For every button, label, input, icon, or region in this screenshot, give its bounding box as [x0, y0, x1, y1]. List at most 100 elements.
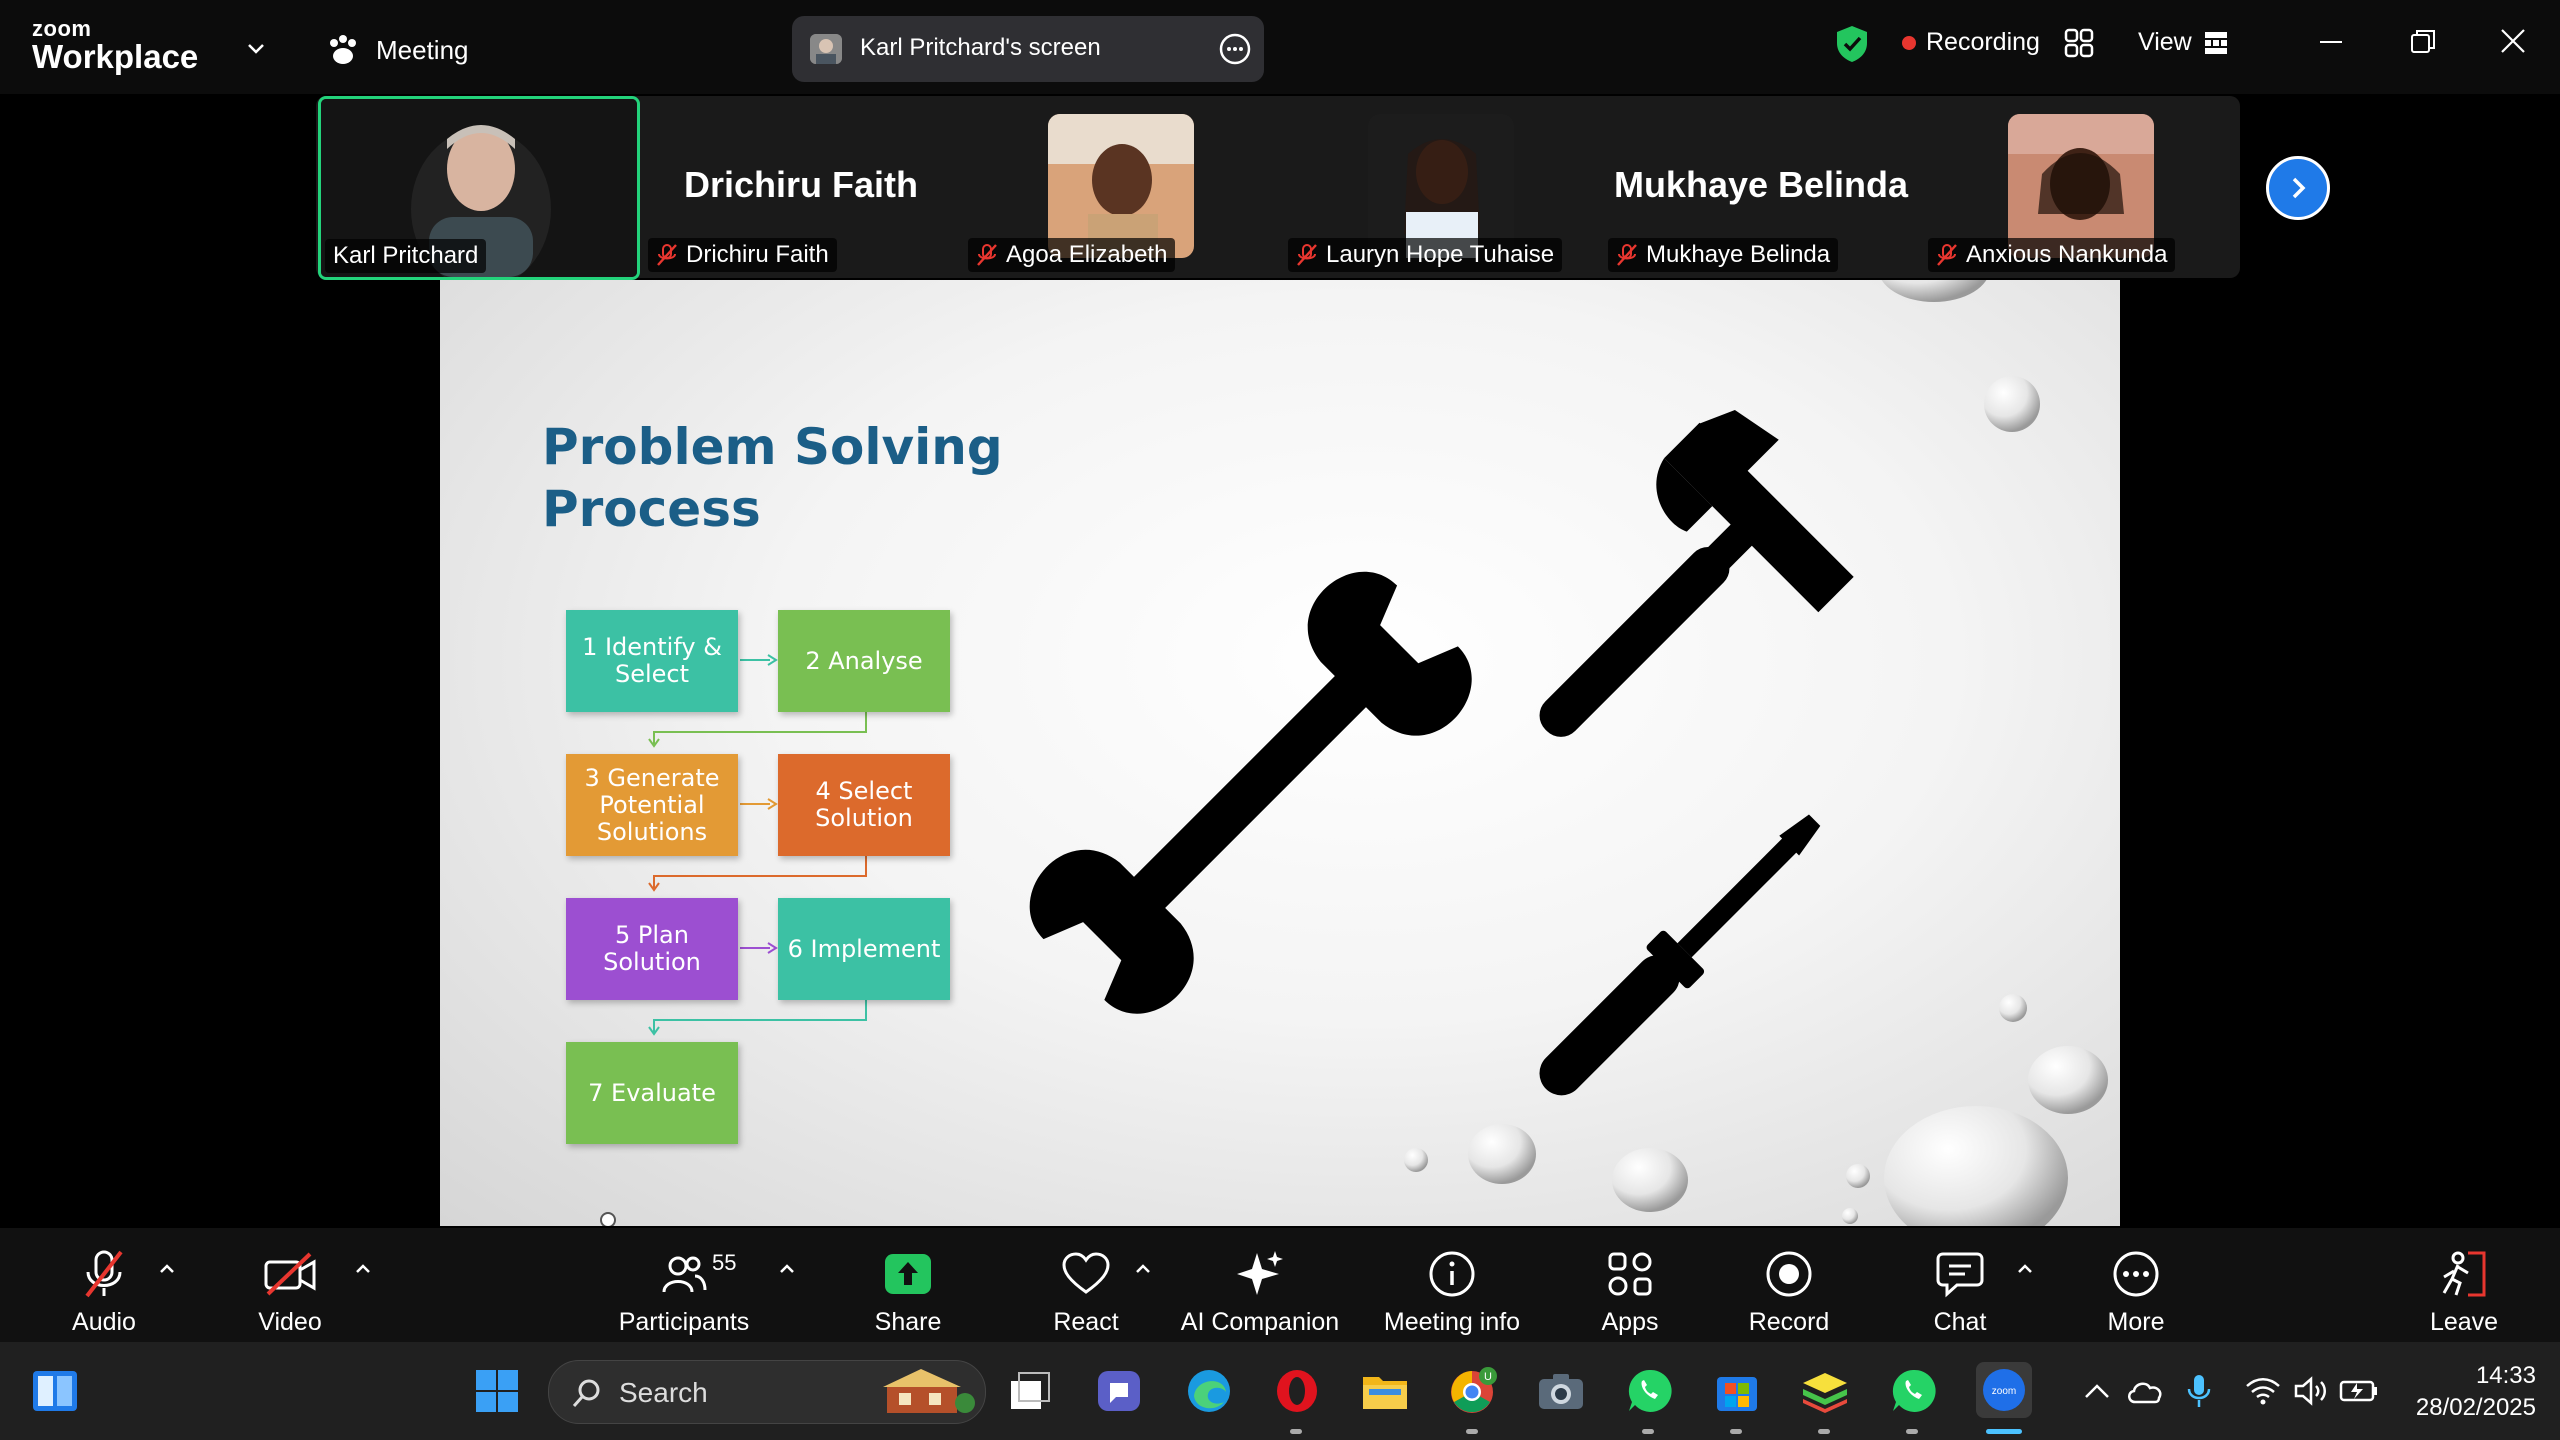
chat-button[interactable]: Chat [1920, 1228, 2000, 1342]
audio-button[interactable]: Audio [62, 1228, 146, 1342]
participant-video [1368, 114, 1514, 258]
mic-muted-icon [1296, 243, 1318, 267]
chevron-right-icon [2283, 173, 2313, 203]
recording-indicator[interactable]: Recording [1902, 28, 2040, 57]
battery-charging-icon[interactable] [2334, 1366, 2384, 1416]
recording-dot-icon [1902, 35, 1916, 50]
taskbar-search-box[interactable]: Search [548, 1360, 986, 1424]
view-button[interactable]: View [2138, 28, 2228, 57]
ai-companion-button[interactable]: AI Companion [1180, 1228, 1340, 1342]
participant-tile[interactable]: Anxious Nankunda [1920, 96, 2242, 278]
mic-muted-icon [81, 1244, 127, 1304]
share-button[interactable]: Share [868, 1228, 948, 1342]
minimize-icon[interactable] [2316, 26, 2346, 56]
info-icon [1427, 1244, 1477, 1304]
camera-app-icon[interactable] [1536, 1366, 1586, 1416]
meeting-toolbar: Audio Video Participants 55 Share React [0, 1228, 2560, 1342]
file-explorer-icon[interactable] [1360, 1366, 1410, 1416]
edge-browser-icon[interactable] [1184, 1366, 1234, 1416]
sparkle-icon [1235, 1244, 1285, 1304]
leave-icon [2438, 1244, 2490, 1304]
slide-nav-dot-icon[interactable] [600, 1212, 616, 1226]
participant-tile[interactable]: Mukhaye Belinda Mukhaye Belinda [1600, 96, 1922, 278]
search-icon [571, 1377, 603, 1409]
participant-name: Anxious Nankunda [1966, 241, 2168, 268]
mic-muted-icon [1616, 243, 1638, 267]
participants-label: Participants [618, 1308, 750, 1336]
windows-taskbar: Search U zoom 14:33 28/02/2025 [0, 1342, 2560, 1440]
chevron-down-icon[interactable] [244, 36, 268, 60]
video-options-caret-icon[interactable] [352, 1258, 374, 1278]
svg-text:zoom: zoom [1992, 1386, 2016, 1397]
opera-browser-icon[interactable] [1272, 1366, 1322, 1416]
apps-button[interactable]: Apps [1590, 1228, 1670, 1342]
audio-options-caret-icon[interactable] [156, 1258, 178, 1278]
participant-tile[interactable]: Lauryn Hope Tuhaise [1280, 96, 1602, 278]
meeting-menu-button[interactable]: Meeting [326, 30, 469, 70]
leave-label: Leave [2429, 1308, 2499, 1336]
apps-label: Apps [1601, 1308, 1659, 1336]
presenter-thumbnail [810, 34, 842, 64]
video-label: Video [258, 1308, 322, 1336]
screen-share-indicator[interactable]: Karl Pritchard's screen [792, 16, 1264, 82]
participants-button[interactable]: Participants [614, 1228, 754, 1342]
search-highlight-illustration-icon [879, 1367, 975, 1417]
mic-muted-icon [1936, 243, 1958, 267]
ai-companion-label: AI Companion [1180, 1308, 1340, 1336]
participants-options-caret-icon[interactable] [776, 1258, 798, 1278]
task-view-icon[interactable] [1006, 1366, 1056, 1416]
whatsapp-icon[interactable] [1624, 1366, 1674, 1416]
recording-label: Recording [1926, 28, 2040, 56]
screen-share-label: Karl Pritchard's screen [860, 34, 1101, 61]
participant-name: Mukhaye Belinda [1646, 241, 1831, 268]
view-layout-icon [2204, 31, 2228, 55]
participant-name-label: Anxious Nankunda [1928, 238, 2176, 272]
teams-icon[interactable] [1094, 1366, 1144, 1416]
close-icon[interactable] [2498, 26, 2528, 56]
show-hidden-icons-chevron-icon[interactable] [2072, 1366, 2122, 1416]
participant-name: Karl Pritchard [333, 242, 479, 269]
more-options-icon[interactable] [1218, 32, 1252, 66]
more-label: More [2107, 1308, 2165, 1336]
meeting-label: Meeting [376, 34, 469, 65]
onedrive-cloud-icon[interactable] [2120, 1366, 2170, 1416]
participant-tile[interactable]: Agoa Elizabeth [960, 96, 1282, 278]
leave-button[interactable]: Leave [2424, 1228, 2504, 1342]
search-placeholder: Search [619, 1377, 708, 1408]
active-speaker-tile[interactable]: Karl Pritchard [318, 96, 640, 280]
meeting-info-button[interactable]: Meeting info [1380, 1228, 1524, 1342]
windows-start-icon[interactable] [472, 1366, 522, 1416]
running-indicator [1730, 1429, 1742, 1434]
screwdriver-icon [1539, 814, 1821, 1096]
microphone-tray-icon[interactable] [2174, 1366, 2224, 1416]
microsoft-store-icon[interactable] [1712, 1366, 1762, 1416]
gallery-grid-icon[interactable] [2064, 28, 2094, 58]
zoom-workplace-logo[interactable]: Workplace [32, 38, 198, 76]
participant-name-label: Agoa Elizabeth [968, 238, 1176, 272]
participant-big-name: Mukhaye Belinda [1613, 164, 1909, 205]
heart-icon [1061, 1244, 1111, 1304]
react-options-caret-icon[interactable] [1132, 1258, 1154, 1278]
volume-icon[interactable] [2286, 1366, 2336, 1416]
system-clock[interactable]: 14:33 28/02/2025 [2416, 1360, 2536, 1424]
wrench-icon [1029, 571, 1472, 1014]
participant-video [2008, 114, 2154, 258]
video-button[interactable]: Video [250, 1228, 330, 1342]
wifi-icon[interactable] [2238, 1366, 2288, 1416]
more-icon [2111, 1244, 2161, 1304]
whatsapp-icon[interactable] [1888, 1366, 1938, 1416]
record-button[interactable]: Record [1746, 1228, 1832, 1342]
next-page-button[interactable] [2266, 156, 2330, 220]
hammer-icon [1539, 409, 1854, 737]
more-button[interactable]: More [2096, 1228, 2176, 1342]
participant-name-label: Lauryn Hope Tuhaise [1288, 238, 1563, 272]
zoom-app-icon[interactable]: zoom [1976, 1362, 2032, 1418]
bluestacks-icon[interactable] [1800, 1366, 1850, 1416]
chat-options-caret-icon[interactable] [2014, 1258, 2036, 1278]
widgets-icon[interactable] [30, 1366, 80, 1416]
encryption-shield-icon[interactable] [1834, 24, 1870, 64]
participant-tile[interactable]: Drichiru Faith Drichiru Faith [640, 96, 962, 278]
react-button[interactable]: React [1046, 1228, 1126, 1342]
restore-icon[interactable] [2408, 26, 2438, 56]
chrome-browser-icon[interactable]: U [1448, 1366, 1498, 1416]
